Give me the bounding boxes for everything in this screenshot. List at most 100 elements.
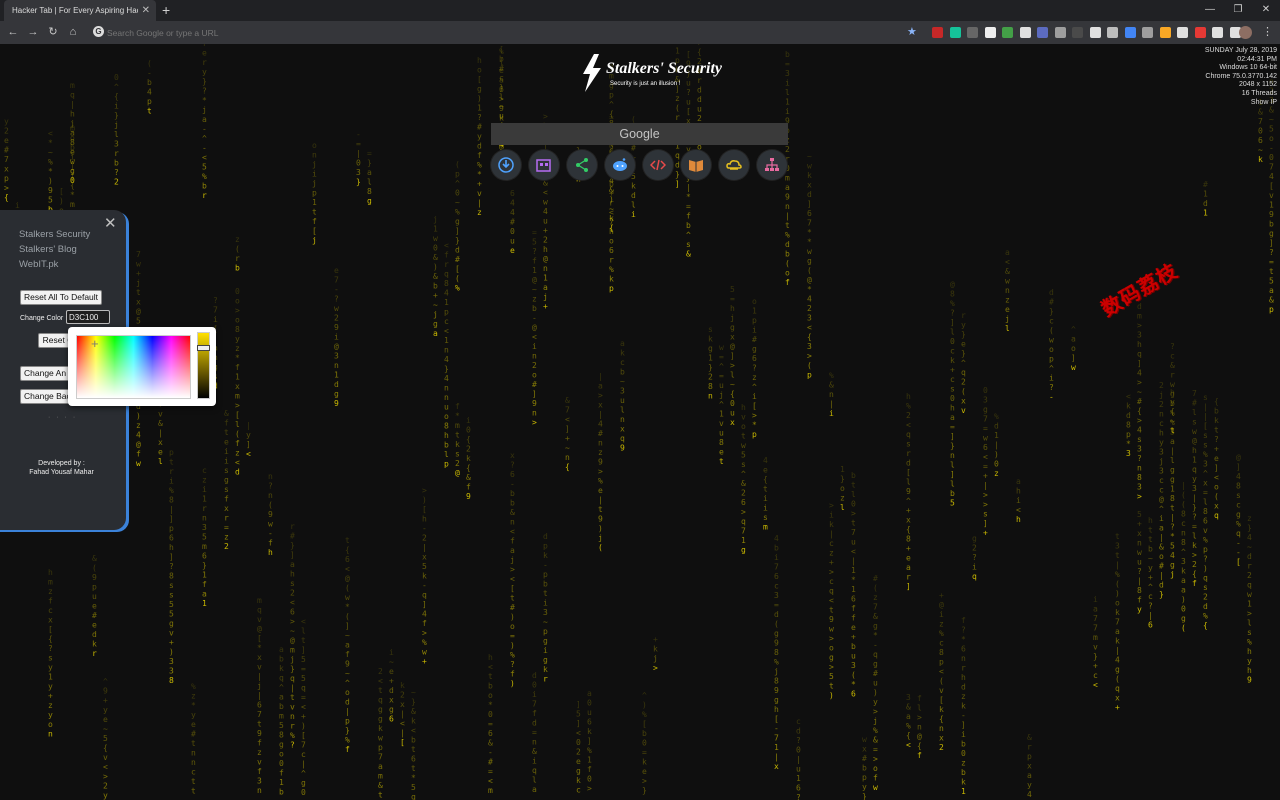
svg-text:(: (: [455, 160, 460, 169]
svg-text:d: d: [906, 459, 911, 468]
svg-text:%: %: [939, 629, 944, 638]
extension-icon[interactable]: [1002, 27, 1013, 38]
svg-text:|: |: [169, 505, 174, 514]
svg-text:|: |: [301, 760, 306, 769]
svg-text:]: ]: [576, 719, 581, 728]
reload-button[interactable]: ↻: [46, 21, 60, 44]
camera-icon[interactable]: [1212, 27, 1223, 38]
adblock-plus-icon[interactable]: [932, 27, 943, 38]
svg-text:]: ]: [169, 515, 174, 524]
show-ip-link[interactable]: Show IP: [1205, 99, 1277, 108]
svg-text:6: 6: [345, 555, 350, 564]
svg-text:5: 5: [1269, 277, 1274, 286]
svg-text:a: a: [1027, 771, 1032, 780]
quick-link-button[interactable]: [643, 150, 673, 180]
svg-text:4: 4: [147, 88, 152, 97]
change-background-button[interactable]: Change Bac: [20, 389, 70, 404]
back-button[interactable]: ←: [6, 21, 20, 44]
svg-text:q: q: [1247, 581, 1252, 590]
svg-text:o: o: [785, 269, 790, 278]
svg-text:e: e: [191, 720, 196, 729]
extension-icon[interactable]: [1037, 27, 1048, 38]
quick-link-button[interactable]: [491, 150, 521, 180]
svg-text:h: h: [961, 673, 966, 682]
svg-text:*: *: [257, 644, 262, 653]
grammarly-icon[interactable]: [949, 27, 961, 38]
quick-link-button[interactable]: [529, 150, 559, 180]
profile-avatar[interactable]: [1239, 26, 1252, 39]
svg-text:9: 9: [598, 515, 603, 524]
svg-text:p: p: [1203, 545, 1208, 554]
extension-icon[interactable]: [967, 27, 978, 38]
svg-text:9: 9: [829, 615, 834, 624]
window-close-button[interactable]: ✕: [1252, 0, 1280, 20]
extension-icon[interactable]: [1159, 27, 1171, 38]
reset-all-button[interactable]: Reset All To Default: [20, 290, 102, 305]
svg-text:>: >: [422, 486, 427, 495]
home-button[interactable]: ⌂: [66, 21, 80, 44]
svg-text:+: +: [389, 677, 394, 686]
svg-text:w: w: [543, 198, 548, 207]
extension-icon[interactable]: [1054, 27, 1066, 38]
extension-icon[interactable]: [1177, 27, 1188, 38]
quick-link-button[interactable]: [605, 150, 635, 180]
svg-text:n: n: [620, 415, 625, 424]
svg-text:u: u: [851, 652, 856, 661]
extension-icon[interactable]: [1194, 27, 1206, 38]
address-input[interactable]: [107, 25, 887, 40]
address-bar[interactable]: G: [90, 25, 900, 40]
svg-text:}: }: [1192, 503, 1197, 512]
extension-icon[interactable]: [1072, 27, 1083, 38]
saturation-value-area[interactable]: +: [76, 335, 191, 399]
svg-text:>: >: [653, 664, 658, 673]
link-webit[interactable]: WebIT.pk: [19, 259, 58, 270]
svg-text:j: j: [290, 655, 295, 664]
change-animation-button[interactable]: Change An: [20, 366, 70, 381]
svg-text:q: q: [1236, 529, 1241, 538]
color-hex-input[interactable]: [66, 310, 110, 324]
extension-icon[interactable]: [984, 27, 996, 38]
svg-text:b: b: [1214, 407, 1219, 416]
svg-text:}: }: [642, 786, 647, 795]
tab-close-icon[interactable]: ✕: [142, 0, 150, 21]
svg-text:}: }: [862, 792, 867, 800]
svg-text:7: 7: [1093, 614, 1098, 623]
svg-text:=: =: [301, 665, 306, 674]
translate-icon[interactable]: [1124, 27, 1136, 38]
quick-link-button[interactable]: [719, 150, 749, 180]
bookmark-star-icon[interactable]: ★: [907, 21, 917, 44]
extension-icon[interactable]: [1019, 27, 1031, 38]
new-tab-button[interactable]: +: [162, 0, 170, 20]
svg-text:x: x: [400, 700, 405, 709]
svg-text:u: u: [719, 429, 724, 438]
browser-tab[interactable]: Hacker Tab | For Every Aspiring Hacker ✕: [4, 0, 156, 21]
link-stalkers-blog[interactable]: Stalkers' Blog: [19, 244, 77, 255]
maximize-button[interactable]: ❐: [1224, 0, 1252, 20]
svg-text:t: t: [136, 288, 141, 297]
extension-icon[interactable]: [1142, 27, 1153, 38]
svg-text:]: ]: [675, 180, 680, 189]
svg-text:&: &: [741, 479, 746, 488]
svg-text:5: 5: [532, 238, 537, 247]
svg-text:b: b: [1269, 220, 1274, 229]
extension-icon[interactable]: [1107, 27, 1118, 38]
info-os: Windows 10 64-bit: [1219, 64, 1277, 72]
slider-handle[interactable]: [197, 345, 210, 351]
svg-text:(: (: [345, 584, 350, 593]
svg-text:t: t: [378, 686, 383, 695]
minimize-button[interactable]: —: [1196, 0, 1224, 20]
svg-text:g: g: [774, 696, 779, 705]
forward-button[interactable]: →: [26, 21, 40, 44]
quick-link-button[interactable]: [567, 150, 597, 180]
quick-link-button[interactable]: [681, 150, 711, 180]
extension-icon[interactable]: [1089, 27, 1101, 38]
svg-text:j: j: [598, 534, 603, 543]
svg-text:=: =: [774, 601, 779, 610]
quick-link-button[interactable]: [757, 150, 787, 180]
svg-text:-: -: [510, 480, 515, 489]
brightness-slider[interactable]: [197, 332, 210, 399]
browser-menu-icon[interactable]: ⋮: [1262, 21, 1273, 44]
panel-close-icon[interactable]: ✕: [104, 216, 117, 231]
google-search-input[interactable]: [491, 123, 788, 145]
link-stalkers-security[interactable]: Stalkers Security: [19, 229, 90, 240]
